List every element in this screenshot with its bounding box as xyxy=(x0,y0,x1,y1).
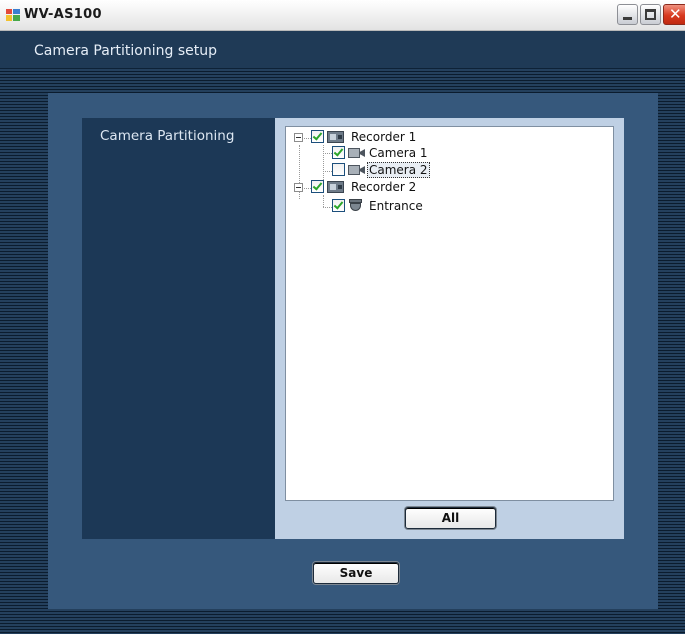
entrance-checkbox[interactable] xyxy=(332,199,345,212)
label-column: Camera Partitioning xyxy=(82,118,275,539)
tree-node-camera-1[interactable]: Camera 1 xyxy=(332,146,482,160)
recorder-icon xyxy=(327,131,344,143)
tree-connector xyxy=(304,188,311,189)
tree-connector xyxy=(304,138,311,139)
dome-camera-icon xyxy=(348,199,363,212)
tree-connector xyxy=(323,207,332,208)
tree-node-entrance[interactable]: Entrance xyxy=(332,199,482,213)
app-window: WV-AS100 ✕ Camera Partitioning setup Cam… xyxy=(0,0,685,634)
check-icon xyxy=(333,199,344,210)
close-icon: ✕ xyxy=(669,5,682,23)
tree-node-camera-2[interactable]: Camera 2 xyxy=(332,162,482,178)
camera-icon xyxy=(348,147,365,159)
maximize-button[interactable] xyxy=(640,4,661,25)
tree-node-label: Camera 1 xyxy=(369,146,428,160)
camera-tree[interactable]: Recorder 1 Camera 1 Camera 2 Recorder 2 … xyxy=(285,126,614,501)
tree-node-recorder-1[interactable]: Recorder 1 xyxy=(294,130,494,144)
minimize-button[interactable] xyxy=(617,4,638,25)
recorder-1-checkbox[interactable] xyxy=(311,130,324,143)
tree-node-label: Recorder 1 xyxy=(351,130,417,144)
tree-node-label: Recorder 2 xyxy=(351,180,417,194)
title-bar[interactable]: WV-AS100 ✕ xyxy=(0,0,685,31)
check-icon xyxy=(312,180,323,191)
recorder-2-checkbox[interactable] xyxy=(311,180,324,193)
camera-1-checkbox[interactable] xyxy=(332,146,345,159)
page-title: Camera Partitioning setup xyxy=(34,43,217,59)
collapse-icon[interactable] xyxy=(294,183,303,192)
tree-connector xyxy=(323,195,324,207)
tree-connector xyxy=(323,171,332,172)
tree-connector xyxy=(323,145,324,180)
window-title: WV-AS100 xyxy=(24,7,102,22)
maximize-icon xyxy=(645,9,656,20)
close-button[interactable]: ✕ xyxy=(663,4,685,25)
save-button[interactable]: Save xyxy=(313,562,399,584)
page-header: Camera Partitioning setup xyxy=(0,31,685,69)
check-icon xyxy=(312,130,323,141)
section-label: Camera Partitioning xyxy=(100,128,235,144)
recorder-icon xyxy=(327,181,344,193)
camera-2-checkbox[interactable] xyxy=(332,163,345,176)
camera-icon xyxy=(348,164,365,176)
tree-frame: Recorder 1 Camera 1 Camera 2 Recorder 2 … xyxy=(275,118,624,539)
select-all-button[interactable]: All xyxy=(405,507,496,529)
collapse-icon[interactable] xyxy=(294,133,303,142)
content-panel: Camera Partitioning Recorder 1 Camera 1 … xyxy=(48,93,658,609)
tree-node-recorder-2[interactable]: Recorder 2 xyxy=(294,180,494,194)
minimize-icon xyxy=(623,17,632,20)
app-icon xyxy=(6,9,20,21)
tree-connector xyxy=(323,153,332,154)
tree-node-label: Entrance xyxy=(369,199,423,213)
check-icon xyxy=(333,146,344,157)
tree-node-label-selected: Camera 2 xyxy=(367,162,430,178)
